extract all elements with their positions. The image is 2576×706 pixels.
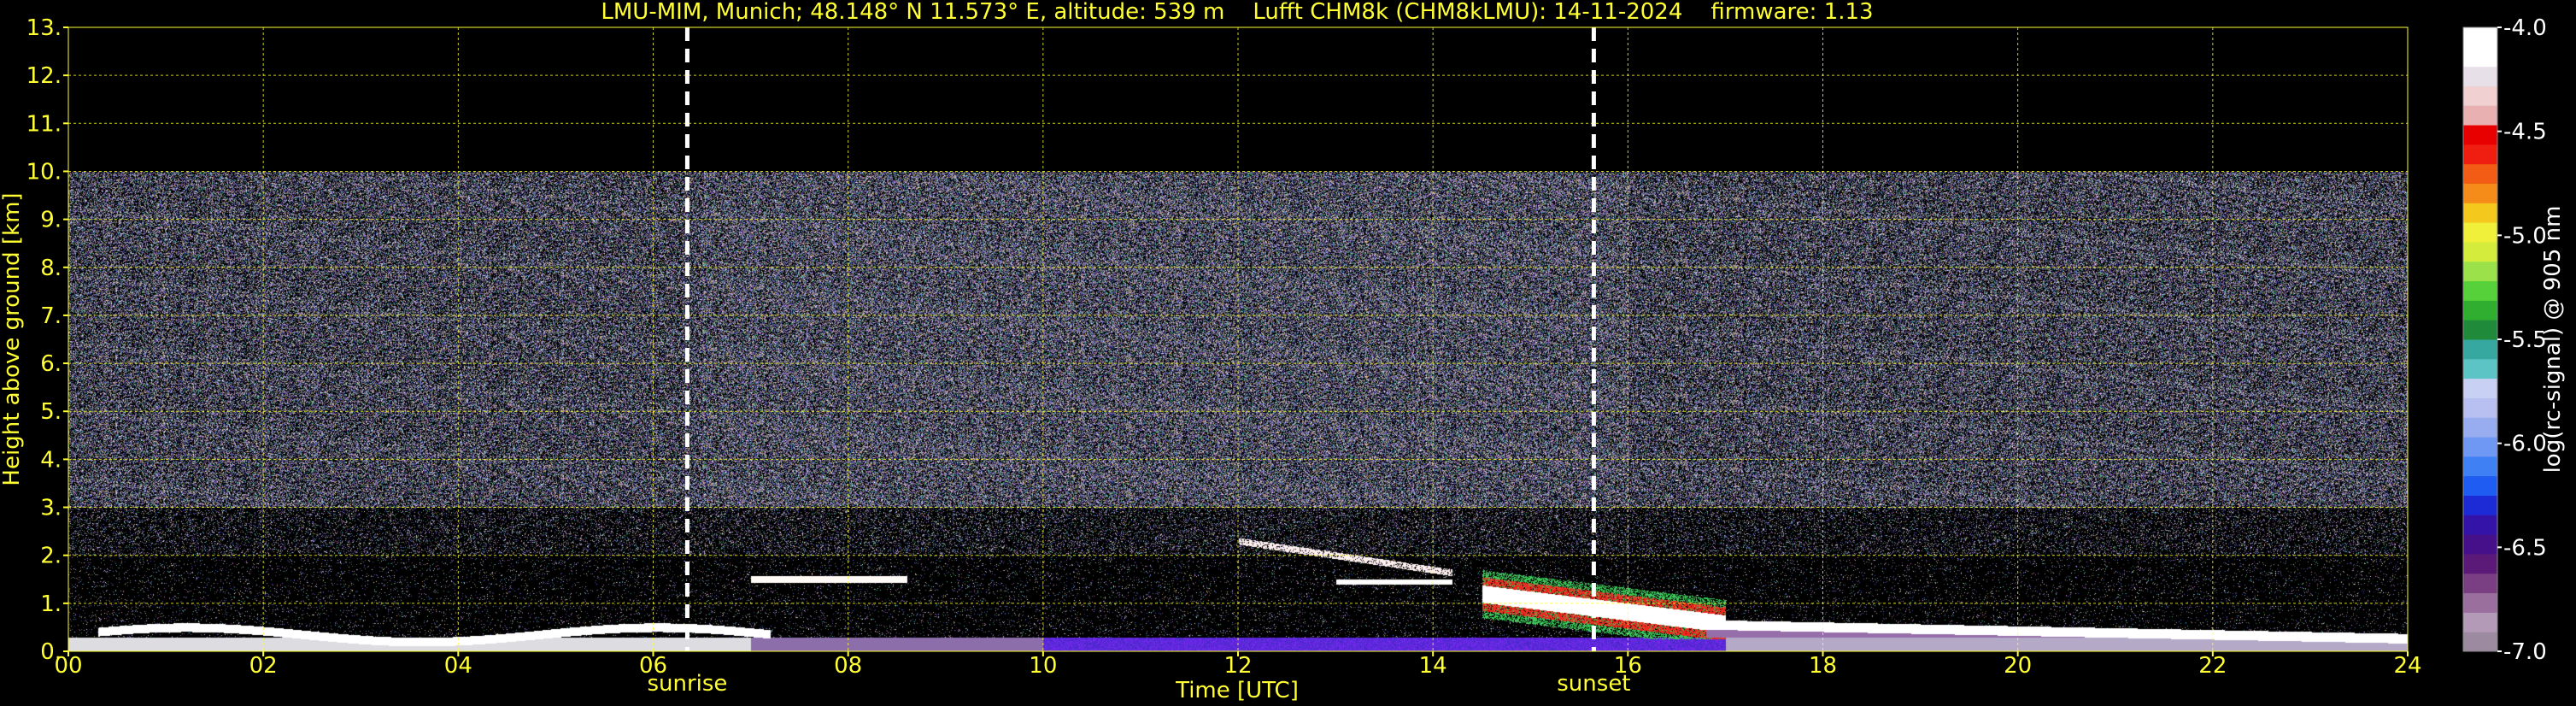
x-tick-label: 16	[1614, 653, 1642, 679]
x-tick-label: 10	[1029, 653, 1057, 679]
x-tick-label: 14	[1419, 653, 1447, 679]
y-tick-label: 9.	[40, 208, 62, 233]
colorbar-tick-label: -7.0	[2503, 639, 2547, 665]
y-tick-label: 0.	[40, 639, 62, 665]
y-tick-label: 13.	[26, 15, 62, 41]
y-axis-label: Height above ground [km]	[0, 192, 25, 485]
x-tick-label: 22	[2198, 653, 2227, 679]
colorbar-label: log(rc-signal) @ 905 nm	[2540, 206, 2566, 474]
x-tick-label: 12	[1223, 653, 1252, 679]
y-tick-label: 5.	[40, 399, 62, 425]
colorbar-swatches	[2463, 27, 2497, 652]
colorbar-swatch	[2463, 222, 2497, 243]
colorbar-tick-label: -6.5	[2503, 535, 2547, 561]
colorbar-tick-label: -4.0	[2503, 15, 2547, 41]
x-tick-label: 04	[444, 653, 472, 679]
y-tick-label: 12.	[26, 63, 62, 89]
colorbar-swatch	[2463, 27, 2497, 48]
colorbar-swatch	[2463, 46, 2497, 68]
colorbar-swatch	[2463, 358, 2497, 379]
colorbar-swatch	[2463, 261, 2497, 282]
colorbar-swatch	[2463, 203, 2497, 223]
colorbar-swatch	[2463, 144, 2497, 165]
colorbar-swatch	[2463, 241, 2497, 262]
colorbar-swatch	[2463, 66, 2497, 86]
plot-area: sunrise sunset	[67, 26, 2409, 697]
ceilometer-chart: LMU-MIM, Munich; 48.148° N 11.573° E, al…	[0, 0, 2576, 706]
colorbar-swatch	[2463, 183, 2497, 203]
colorbar-swatch	[2463, 553, 2497, 574]
colorbar-swatch	[2463, 515, 2497, 535]
colorbar-swatch	[2463, 280, 2497, 301]
colorbar-swatch	[2463, 378, 2497, 398]
colorbar-swatch	[2463, 456, 2497, 477]
colorbar-swatch	[2463, 592, 2497, 613]
y-tick-label: 8.	[40, 256, 62, 281]
colorbar-swatch	[2463, 105, 2497, 126]
x-tick-label: 20	[2004, 653, 2032, 679]
x-tick-label: 02	[249, 653, 278, 679]
y-tick-label: 11.	[26, 111, 62, 137]
colorbar-swatch	[2463, 612, 2497, 632]
colorbar-swatch	[2463, 632, 2497, 652]
y-tick-label: 2.	[40, 544, 62, 569]
colorbar-swatch	[2463, 339, 2497, 360]
colorbar-swatch	[2463, 125, 2497, 145]
x-axis-label: Time [UTC]	[1175, 678, 1299, 703]
colorbar-swatch	[2463, 534, 2497, 555]
colorbar-swatch	[2463, 163, 2497, 184]
y-tick-label: 7.	[40, 303, 62, 329]
colorbar-swatch	[2463, 475, 2497, 496]
y-tick-label: 4.	[40, 447, 62, 473]
colorbar-tick-label: -4.5	[2503, 120, 2547, 145]
colorbar-swatch	[2463, 495, 2497, 515]
x-tick-label: 08	[834, 653, 862, 679]
chart-title: LMU-MIM, Munich; 48.148° N 11.573° E, al…	[601, 0, 1873, 25]
y-tick-label: 10.	[26, 159, 62, 185]
colorbar-swatch	[2463, 320, 2497, 340]
x-tick-label: 24	[2393, 653, 2421, 679]
colorbar-swatch	[2463, 300, 2497, 321]
y-tick-label: 1.	[40, 591, 62, 617]
y-tick-label: 6.	[40, 351, 62, 377]
y-tick-label: 3.	[40, 496, 62, 521]
colorbar-swatch	[2463, 397, 2497, 418]
colorbar-swatch	[2463, 85, 2497, 106]
colorbar-swatch	[2463, 437, 2497, 457]
colorbar-swatch	[2463, 417, 2497, 438]
x-tick-label: 06	[639, 653, 667, 679]
x-tick-label: 18	[1809, 653, 1837, 679]
colorbar-swatch	[2463, 573, 2497, 594]
